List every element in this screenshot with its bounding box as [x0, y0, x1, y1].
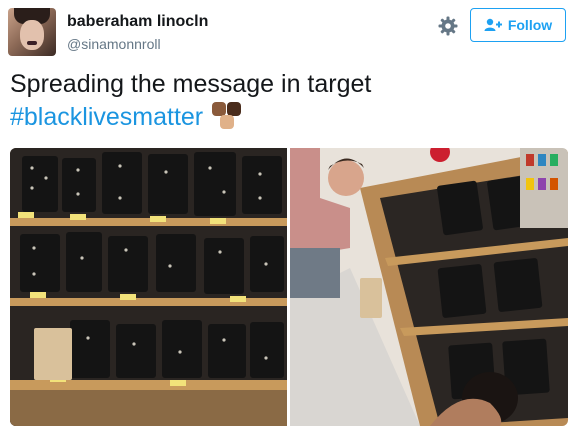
avatar-lips: [27, 41, 37, 45]
follow-button[interactable]: Follow: [470, 8, 566, 42]
follow-label: Follow: [507, 17, 553, 33]
avatar[interactable]: [8, 8, 56, 56]
tweet-text: Spreading the message in target #blackli…: [10, 68, 550, 134]
hashtag-link[interactable]: #blacklivesmatter: [10, 103, 203, 131]
tweet-photo-left[interactable]: [10, 148, 287, 426]
display-name[interactable]: baberaham linocln: [67, 13, 208, 31]
raised-fist-emoji: [210, 101, 244, 131]
gear-icon[interactable]: [435, 13, 461, 39]
avatar-face: [20, 20, 44, 50]
tweet-photo-right[interactable]: [290, 148, 568, 426]
add-user-icon: [484, 18, 502, 32]
tweet-body: Spreading the message in target: [10, 70, 372, 98]
user-handle[interactable]: @sinamonnroll: [67, 36, 161, 52]
